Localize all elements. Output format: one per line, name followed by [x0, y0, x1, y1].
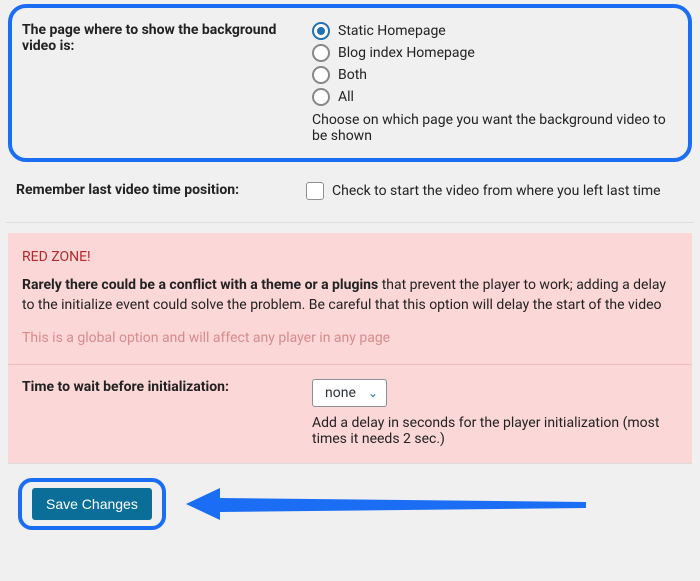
- radio-label: All: [338, 89, 354, 105]
- radio-label: Static Homepage: [338, 23, 446, 39]
- remember-checkbox-row[interactable]: Check to start the video from where you …: [306, 182, 684, 200]
- save-highlight: Save Changes: [18, 478, 166, 530]
- chevron-down-icon: ⌄: [368, 386, 378, 400]
- page-location-desc: Choose on which page you want the backgr…: [312, 112, 678, 144]
- radio-blog-index-homepage[interactable]: Blog index Homepage: [312, 44, 678, 62]
- radio-icon: [312, 44, 330, 62]
- red-zone-section: RED ZONE! Rarely there could be a confli…: [8, 233, 692, 464]
- radio-label: Both: [338, 67, 367, 83]
- save-changes-button[interactable]: Save Changes: [32, 488, 152, 520]
- remember-position-section: Remember last video time position: Check…: [6, 164, 694, 223]
- radio-icon: [312, 88, 330, 106]
- radio-label: Blog index Homepage: [338, 45, 475, 61]
- radio-all[interactable]: All: [312, 88, 678, 106]
- init-delay-label: Time to wait before initialization:: [22, 379, 312, 447]
- radio-both[interactable]: Both: [312, 66, 678, 84]
- page-location-options: Static Homepage Blog index Homepage Both…: [312, 22, 678, 144]
- radio-icon: [312, 66, 330, 84]
- remember-label: Remember last video time position:: [16, 182, 306, 204]
- remember-check-label: Check to start the video from where you …: [332, 183, 661, 199]
- initialization-delay-row: Time to wait before initialization: none…: [8, 364, 692, 463]
- red-zone-title: RED ZONE!: [22, 249, 678, 265]
- init-delay-select[interactable]: none ⌄: [312, 379, 387, 407]
- checkbox-icon: [306, 182, 324, 200]
- red-zone-body-bold: Rarely there could be a conflict with a …: [22, 277, 378, 293]
- radio-static-homepage[interactable]: Static Homepage: [312, 22, 678, 40]
- arrow-icon: [186, 482, 586, 527]
- page-location-section: The page where to show the background vi…: [8, 4, 692, 162]
- page-location-label: The page where to show the background vi…: [22, 22, 312, 144]
- init-delay-desc: Add a delay in seconds for the player in…: [312, 415, 678, 447]
- radio-icon: [312, 22, 330, 40]
- red-zone-note: This is a global option and will affect …: [22, 330, 678, 346]
- footer: Save Changes: [6, 464, 694, 530]
- select-value: none: [325, 385, 356, 401]
- red-zone-body: Rarely there could be a conflict with a …: [22, 275, 678, 316]
